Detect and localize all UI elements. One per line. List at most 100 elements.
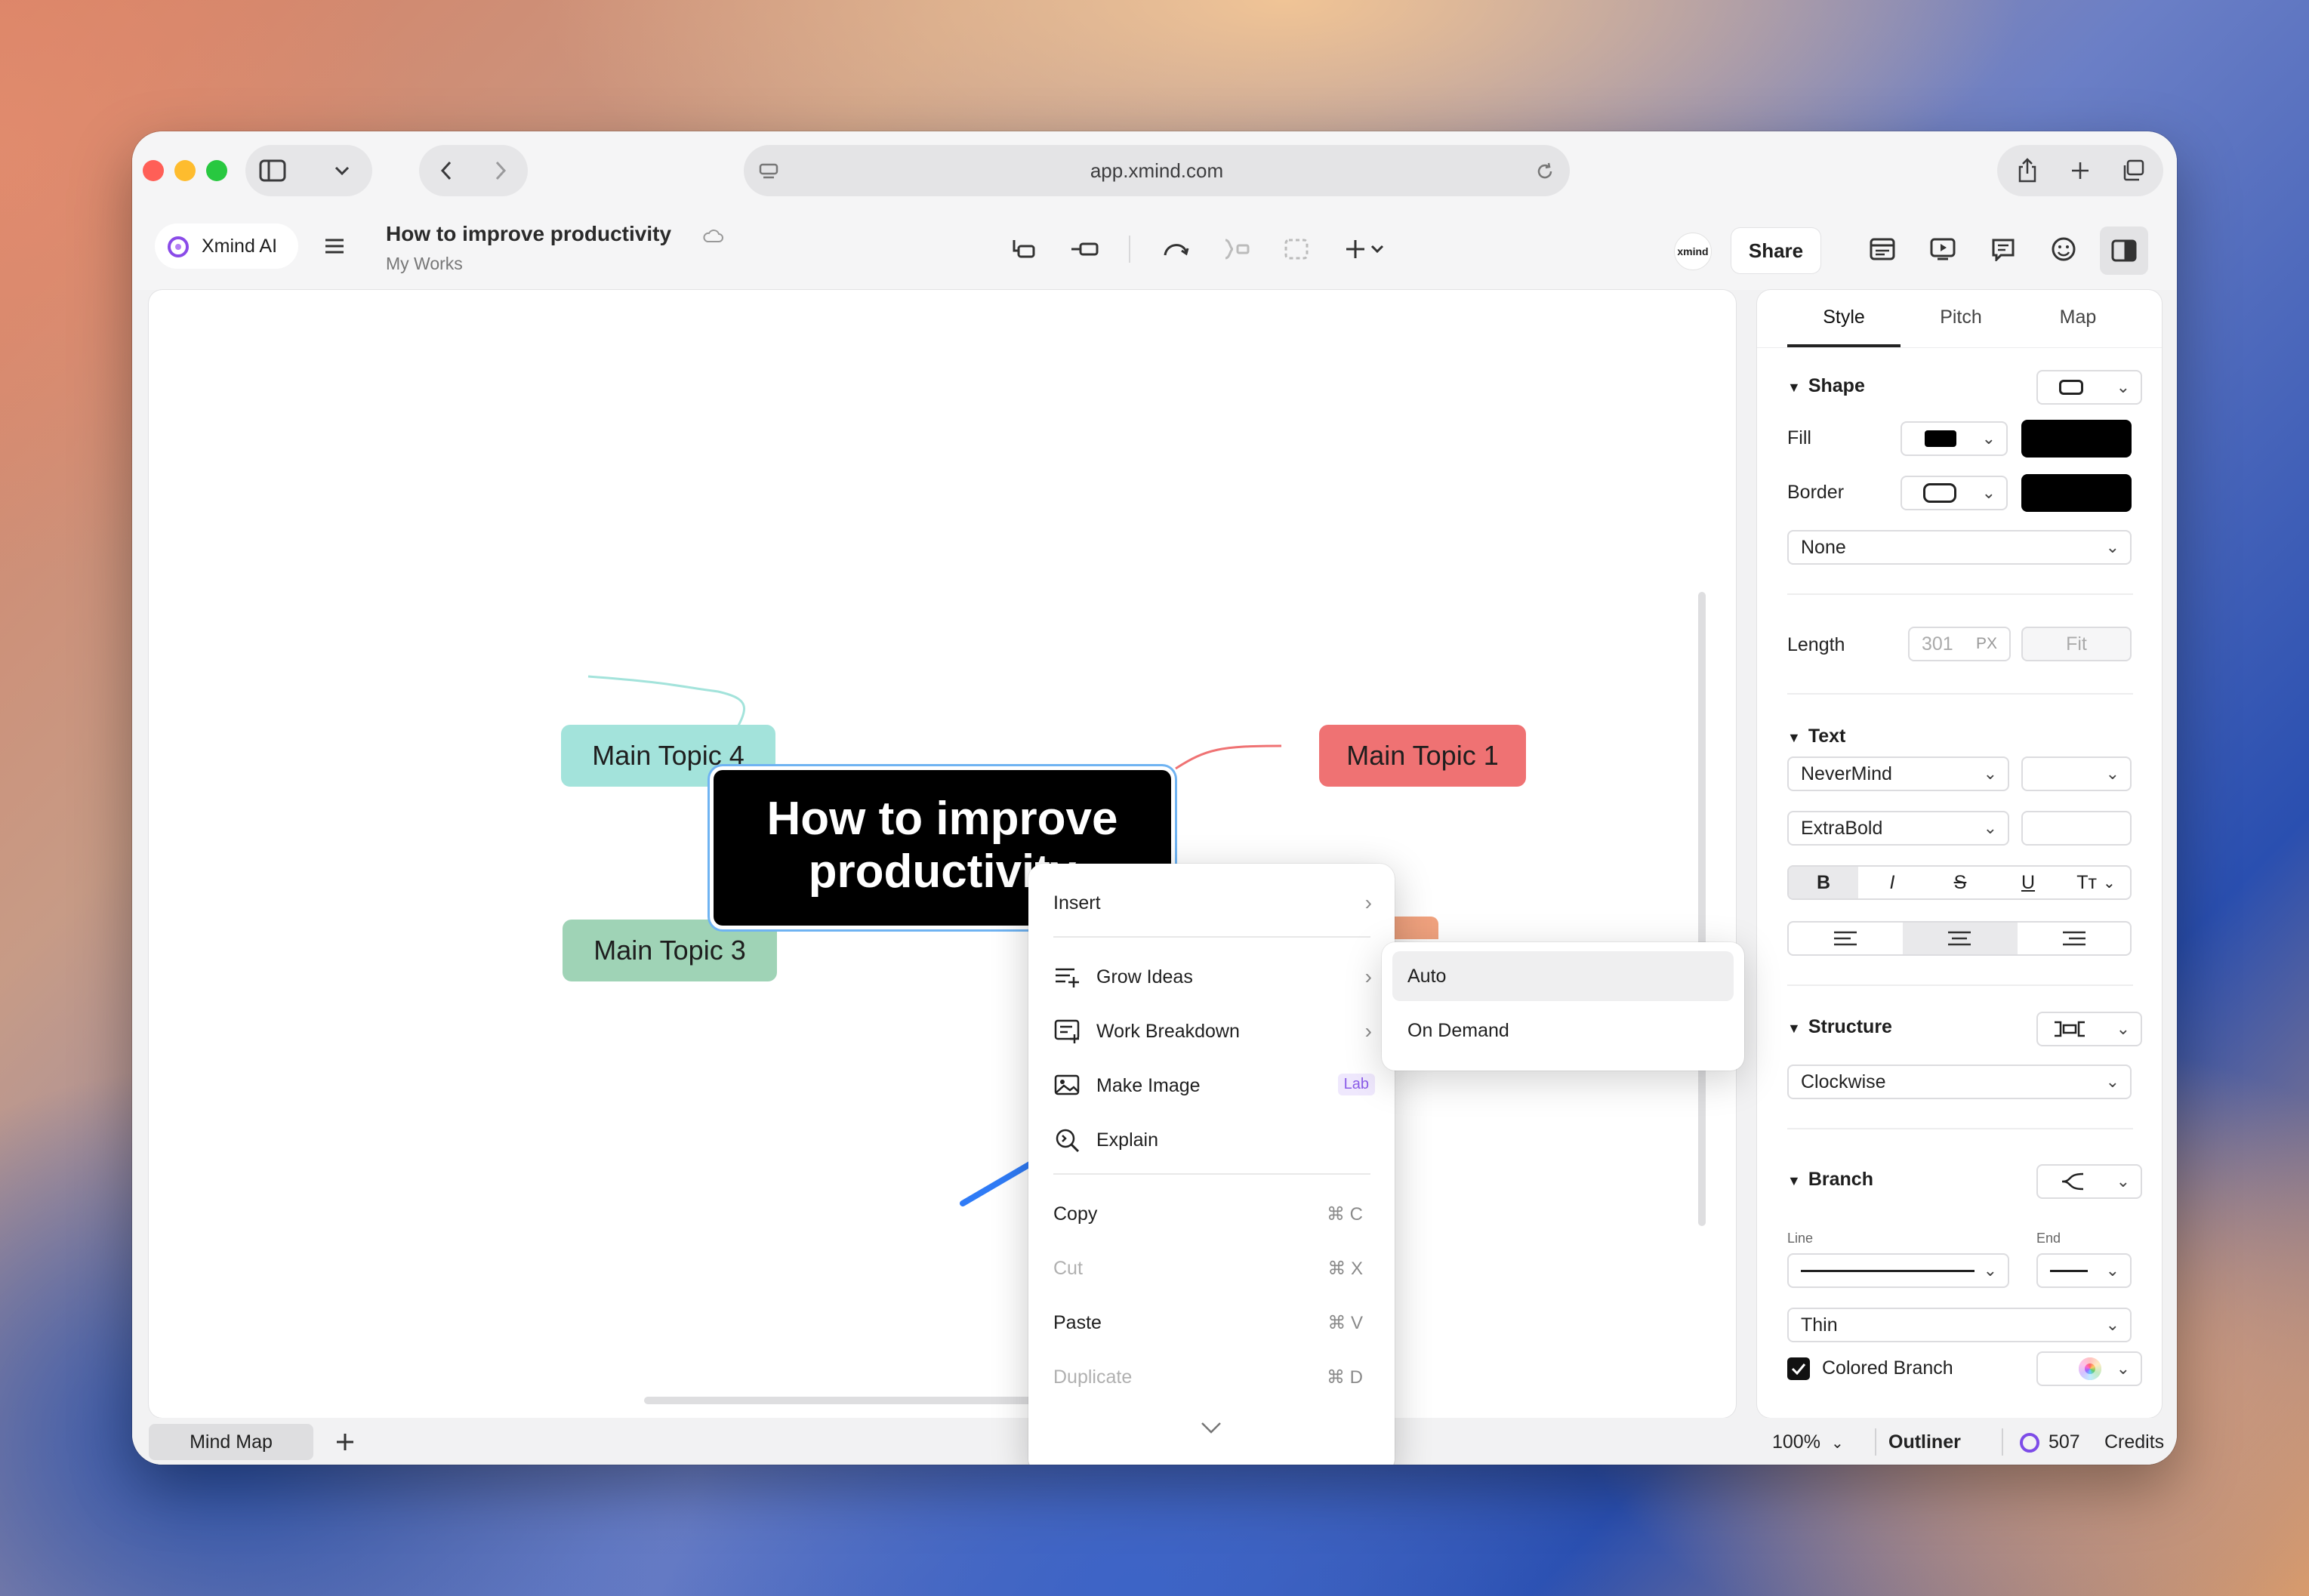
comments-icon[interactable] [1988,234,2018,264]
length-value: 301 [1922,633,1953,655]
italic-button[interactable]: I [1858,867,1926,898]
share-icon[interactable] [2012,156,2042,186]
summary-icon[interactable] [1221,234,1251,264]
align-center-button[interactable] [1903,923,2018,954]
menu-shortcut: ⌘ V [1327,1312,1363,1333]
tab-style[interactable]: Style [1787,307,1901,337]
forward-icon[interactable] [486,156,516,186]
fit-button[interactable]: Fit [2021,627,2132,661]
menu-item-work-breakdown[interactable]: Work Breakdown › [1028,1004,1395,1058]
add-more-icon[interactable] [1342,234,1390,264]
credits-count[interactable]: 507 [2049,1431,2080,1453]
menu-item-paste[interactable]: Paste ⌘ V [1028,1296,1395,1350]
sidebar-toggle-group [245,145,372,196]
add-sheet-icon[interactable] [330,1427,360,1457]
fill-color-picker[interactable] [2021,420,2132,458]
submenu-item-on-demand[interactable]: On Demand [1392,1006,1734,1055]
shape-section-title[interactable]: ▼ Shape [1787,375,1865,397]
address-bar[interactable]: app.xmind.com [744,145,1570,196]
text-color-picker[interactable] [2021,811,2132,846]
minimize-window-button[interactable] [174,160,196,181]
relationship-icon[interactable] [1161,234,1191,264]
scroll-down-icon[interactable] [1196,1416,1226,1439]
submenu-item-auto[interactable]: Auto [1392,951,1734,1001]
menu-item-insert[interactable]: Insert › [1028,876,1395,930]
length-input[interactable]: 301 PX [1908,627,2011,661]
branch-thickness-select[interactable]: Thin ⌄ [1787,1308,2132,1342]
mind-map-canvas[interactable]: Main Topic 1 Main Topic 3 Main Topic 4 H… [149,290,1736,1418]
branch-section-title[interactable]: ▼ Branch [1787,1169,1873,1191]
credits-label[interactable]: Credits [2104,1431,2164,1453]
chevron-down-icon[interactable] [327,156,357,186]
font-weight-select[interactable]: ExtraBold ⌄ [1787,811,2009,846]
play-icon[interactable] [1928,234,1958,264]
context-menu: Insert › Grow Ideas › Work Breakdown › Make… [1028,864,1395,1465]
status-divider [1875,1428,1876,1456]
text-section-title[interactable]: ▼ Text [1787,726,1845,747]
outliner-button[interactable]: Outliner [1888,1431,1961,1453]
align-left-button[interactable] [1789,923,1903,954]
strikethrough-button[interactable]: S [1926,867,1994,898]
colored-branch-checkbox[interactable] [1787,1357,1810,1380]
colored-branch-label: Colored Branch [1822,1357,1953,1379]
menu-item-copy[interactable]: Copy ⌘ C [1028,1187,1395,1241]
emoji-icon[interactable] [2049,234,2079,264]
menu-icon[interactable] [321,233,348,260]
tab-overview-icon[interactable] [2118,156,2148,186]
menu-item-cut[interactable]: Cut ⌘ X [1028,1241,1395,1296]
border-line-select[interactable]: None ⌄ [1787,530,2132,565]
menu-item-label: Duplicate [1053,1366,1133,1388]
underline-button[interactable]: U [1994,867,2062,898]
border-color-picker[interactable] [2021,474,2132,512]
font-family-select[interactable]: NeverMind ⌄ [1787,756,2009,791]
format-panel-toggle[interactable] [2100,226,2148,275]
avatar[interactable]: xmind [1674,233,1712,270]
align-right-button[interactable] [2018,923,2132,954]
align-left-icon [1834,931,1857,946]
menu-item-duplicate[interactable]: Duplicate ⌘ D [1028,1350,1395,1404]
structure-select[interactable]: ⌄ [2036,1012,2142,1046]
sheet-tab-mind-map[interactable]: Mind Map [149,1424,313,1460]
color-wheel-icon [2079,1357,2101,1380]
main-topic-3[interactable]: Main Topic 3 [563,920,777,981]
nav-buttons [419,145,528,196]
font-size-select[interactable]: ⌄ [2021,756,2132,791]
document-location[interactable]: My Works [386,254,463,274]
zoom-window-button[interactable] [206,160,227,181]
insert-topic-icon[interactable] [1010,234,1040,264]
insert-subtopic-icon[interactable] [1070,234,1100,264]
share-button[interactable]: Share [1731,228,1820,273]
outline-view-icon[interactable] [1867,234,1897,264]
menu-item-explain[interactable]: Explain [1028,1113,1395,1167]
tab-map[interactable]: Map [2021,307,2135,337]
xmind-ai-button[interactable]: Xmind AI [155,223,298,269]
branch-end-select[interactable]: ⌄ [2036,1253,2132,1288]
page-settings-icon[interactable] [757,160,780,183]
fill-style-select[interactable]: ⌄ [1901,421,2008,456]
text-case-button[interactable]: Tт ⌄ [2062,867,2130,898]
close-window-button[interactable] [143,160,164,181]
menu-item-grow-ideas[interactable]: Grow Ideas › [1028,950,1395,1004]
section-divider [1787,693,2133,695]
bold-button[interactable]: B [1789,867,1858,898]
shape-select[interactable]: ⌄ [2036,370,2142,405]
boundary-icon[interactable] [1281,234,1312,264]
rainbow-color-select[interactable]: ⌄ [2036,1351,2142,1386]
main-topic-1[interactable]: Main Topic 1 [1319,725,1526,787]
grow-ideas-icon [1056,968,1079,987]
sidebar-icon[interactable] [257,156,288,186]
branch-style-select[interactable]: ⌄ [2036,1164,2142,1199]
structure-section-title[interactable]: ▼ Structure [1787,1016,1892,1038]
border-style-select[interactable]: ⌄ [1901,476,2008,510]
structure-direction-select[interactable]: Clockwise ⌄ [1787,1065,2132,1099]
back-icon[interactable] [431,156,461,186]
menu-item-make-image[interactable]: Make Image Lab [1028,1058,1395,1113]
tab-pitch[interactable]: Pitch [1904,307,2018,337]
reload-icon[interactable] [1534,160,1556,183]
document-title[interactable]: How to improve productivity [386,222,671,246]
horizontal-scrollbar[interactable] [644,1397,1067,1404]
zoom-level[interactable]: 100% ⌄ [1772,1431,1844,1453]
new-tab-icon[interactable] [2065,156,2095,186]
vertical-scrollbar[interactable] [1698,592,1706,1226]
branch-line-select[interactable]: ⌄ [1787,1253,2009,1288]
